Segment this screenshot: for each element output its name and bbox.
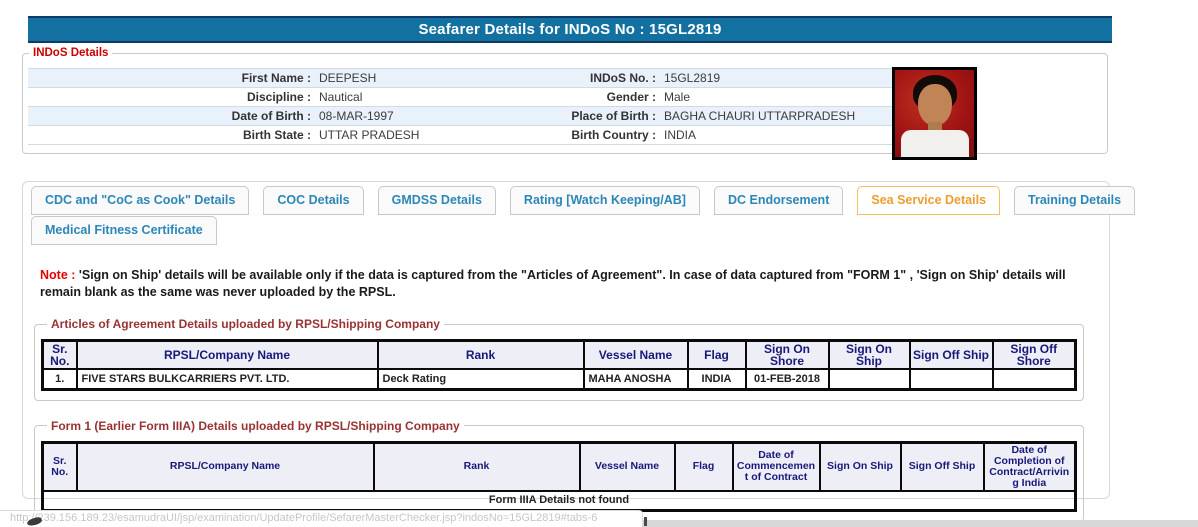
col-header-sign-on-shore: Sign On Shore (744, 339, 830, 370)
col-header-vessel: Vessel Name (578, 441, 676, 492)
tab-coc-details[interactable]: COC Details (263, 186, 364, 215)
col-header-date-completion: Date of Completion of Contract/Arriving … (982, 441, 1077, 492)
tab-dc-endorsement[interactable]: DC Endorsement (713, 186, 844, 215)
tabs-row-1: CDC and "CoC as Cook" Details COC Detail… (31, 186, 1136, 215)
field-value: 15GL2819 (664, 71, 721, 85)
page-title: Seafarer Details for INDoS No : 15GL2819 (418, 21, 722, 38)
note-text: Note : 'Sign on Ship' details will be av… (40, 267, 1082, 301)
cell-sr-no: 1. (41, 368, 78, 390)
form1-legend: Form 1 (Earlier Form IIIA) Details uploa… (51, 418, 460, 433)
tab-gmdss-details[interactable]: GMDSS Details (377, 186, 496, 215)
col-header-sign-off-shore: Sign Off Shore (991, 339, 1077, 370)
articles-legend: Articles of Agreement Details uploaded b… (51, 317, 440, 331)
form1-table: Sr. No. RPSL/Company Name Rank Vessel Na… (41, 440, 1077, 512)
col-header-sign-off-ship: Sign Off Ship (899, 441, 985, 492)
col-header-company: RPSL/Company Name (75, 339, 379, 370)
form1-header-row: Sr. No. RPSL/Company Name Rank Vessel Na… (41, 441, 1077, 492)
col-header-flag: Flag (686, 339, 747, 370)
cell-sign-off-ship (908, 368, 994, 390)
tab-rating-watch-keeping[interactable]: Rating [Watch Keeping/AB] (509, 186, 700, 215)
photo-shirt (901, 130, 969, 157)
status-bar-url: http://239.156.189.23/esamudraUI/jsp/exa… (0, 510, 643, 527)
col-header-rank: Rank (376, 339, 585, 370)
col-header-sr-no: Sr. No. (41, 339, 78, 370)
tab-medical-fitness-certificate[interactable]: Medical Fitness Certificate (31, 216, 217, 245)
cell-company: FIVE STARS BULKCARRIERS PVT. LTD. (75, 368, 379, 390)
cursor-tick-artifact (644, 517, 647, 526)
field-label: Date of Birth : (231, 109, 311, 123)
form1-empty-row: Form IIIA Details not found (41, 489, 1077, 512)
col-header-sign-on-ship: Sign On Ship (827, 339, 911, 370)
note-body: 'Sign on Ship' details will be available… (40, 268, 1066, 299)
col-header-vessel: Vessel Name (582, 339, 689, 370)
articles-table: Sr. No. RPSL/Company Name Rank Vessel Na… (41, 339, 1077, 391)
detail-row-birth-state: Birth State : UTTAR PRADESH Birth Countr… (28, 126, 892, 145)
field-label: Birth State : (242, 128, 311, 142)
cell-vessel: MAHA ANOSHA (582, 368, 689, 390)
col-header-rank: Rank (372, 441, 581, 492)
col-header-date-commencement: Date of Commencement of Contract (731, 441, 821, 492)
field-value: BAGHA CHAURI UTTARPRADESH (664, 109, 856, 123)
col-header-company: RPSL/Company Name (75, 441, 375, 492)
indos-details-fieldset: INDoS Details First Name : DEEPESH INDoS… (22, 47, 1108, 160)
field-value: Male (664, 90, 691, 104)
articles-header-row: Sr. No. RPSL/Company Name Rank Vessel Na… (41, 339, 1077, 370)
form1-fieldset: Form 1 (Earlier Form IIIA) Details uploa… (34, 418, 1084, 522)
detail-row-first-name: First Name : DEEPESH INDoS No. : 15GL281… (28, 69, 892, 88)
field-label: Gender : (606, 90, 656, 104)
cell-flag: INDIA (686, 368, 747, 390)
detail-row-date-of-birth: Date of Birth : 08-MAR-1997 Place of Bir… (28, 107, 892, 126)
tab-sea-service-details[interactable]: Sea Service Details (857, 186, 1001, 215)
indos-details-legend: INDoS Details (33, 47, 109, 59)
field-label: Place of Birth : (571, 109, 656, 123)
form1-empty-message: Form IIIA Details not found (41, 489, 1077, 512)
detail-row-discipline: Discipline : Nautical Gender : Male (28, 88, 892, 107)
field-label: First Name : (241, 71, 311, 85)
tab-training-details[interactable]: Training Details (1014, 186, 1136, 215)
cell-sign-off-shore (991, 368, 1077, 390)
field-label: INDoS No. : (590, 71, 656, 85)
field-label: Discipline : (246, 90, 311, 104)
tab-cdc-coc-cook-details[interactable]: CDC and "CoC as Cook" Details (31, 186, 250, 215)
seafarer-photo (892, 67, 977, 160)
cell-rank: Deck Rating (376, 368, 585, 390)
cell-sign-on-shore: 01-FEB-2018 (744, 368, 830, 390)
photo-face (918, 84, 952, 126)
cell-sign-on-ship (827, 368, 911, 390)
field-value: UTTAR PRADESH (319, 128, 420, 142)
col-header-sr-no: Sr. No. (41, 441, 78, 492)
field-value: 08-MAR-1997 (319, 109, 394, 123)
field-value: INDIA (664, 128, 697, 142)
col-header-sign-off-ship: Sign Off Ship (908, 339, 994, 370)
field-value: Nautical (319, 90, 363, 104)
articles-of-agreement-fieldset: Articles of Agreement Details uploaded b… (34, 317, 1084, 401)
articles-data-row: 1. FIVE STARS BULKCARRIERS PVT. LTD. Dec… (41, 368, 1077, 390)
field-value: DEEPESH (319, 71, 377, 85)
field-label: Birth Country : (571, 128, 656, 142)
col-header-sign-on-ship: Sign On Ship (818, 441, 902, 492)
tabs-panel: CDC and "CoC as Cook" Details COC Detail… (22, 181, 1136, 522)
indos-details-rows: First Name : DEEPESH INDoS No. : 15GL281… (28, 68, 892, 145)
note-label: Note : (40, 268, 79, 282)
tabs-row-2: Medical Fitness Certificate (31, 216, 1104, 245)
page-title-bar: Seafarer Details for INDoS No : 15GL2819 (28, 16, 1112, 43)
col-header-flag: Flag (673, 441, 734, 492)
